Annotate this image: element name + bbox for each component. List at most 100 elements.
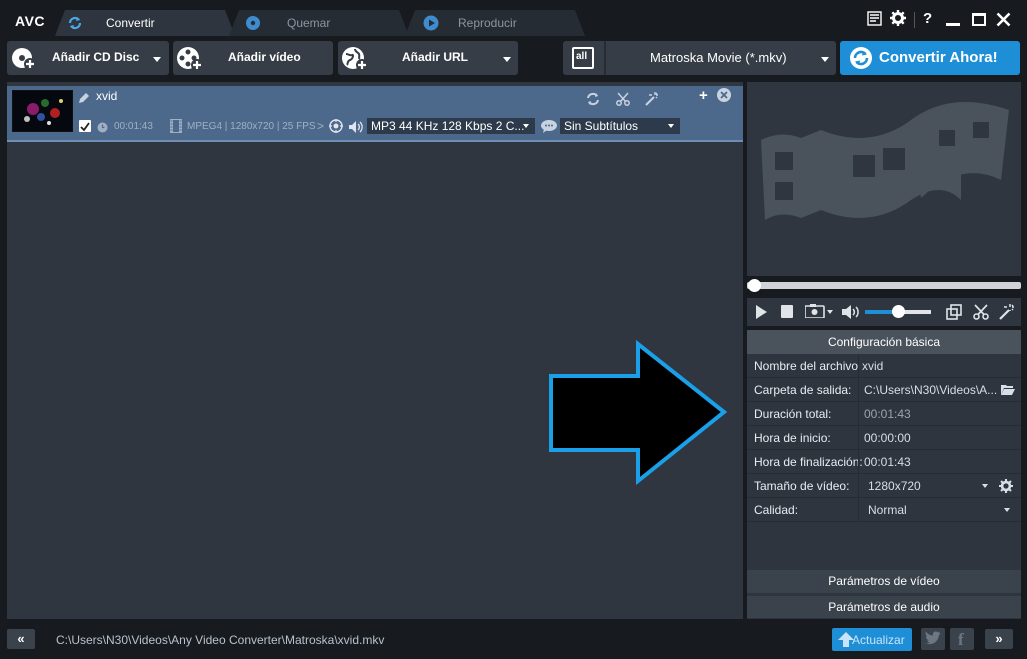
gear-icon[interactable] [890,10,906,31]
refresh-icon [67,15,83,36]
folder-open-icon[interactable] [1001,384,1015,398]
end-time-value[interactable]: 00:01:43 [864,455,911,469]
subtitle-icon [541,120,557,138]
twitter-button[interactable] [921,628,945,650]
player-controls [747,298,1021,326]
chevron-down-icon[interactable] [982,484,988,488]
add-url-label: Añadir URL [402,50,468,64]
video-preview [747,82,1021,276]
chevron-down-icon[interactable] [153,57,161,62]
settings-row-quality[interactable]: Calidad: Normal [747,498,1021,522]
add-video-button[interactable]: Añadir vídeo [173,41,333,75]
row-key: Carpeta de salida: [754,383,852,397]
play-icon[interactable] [756,305,767,324]
divider [858,450,859,474]
divider [858,354,859,378]
seek-bar[interactable] [747,282,1021,289]
divider [858,474,859,498]
refresh-icon [848,46,874,73]
video-params-button[interactable]: Parámetros de vídeo [747,570,1021,593]
divider [914,12,915,28]
convert-now-label: Convertir Ahora! [879,49,998,66]
copy-icon[interactable] [946,304,962,325]
chevron-down-icon[interactable] [503,57,511,62]
filename-value[interactable]: xvid [862,359,883,373]
divider [858,402,859,426]
chevron-down-icon[interactable] [1004,508,1010,512]
sync-icon[interactable] [586,92,600,111]
settings-row-end-time[interactable]: Hora de finalización: 00:01:43 [747,450,1021,474]
update-button[interactable]: Actualizar [832,628,912,651]
chevron-down-icon[interactable] [821,57,829,62]
scissors-icon[interactable] [973,304,989,325]
film-add-icon [176,46,204,75]
tab-reproducir[interactable]: Reproducir [405,10,585,36]
play-circle-icon [423,15,439,36]
settings-row-filename[interactable]: Nombre del archivo xvid [747,354,1021,378]
subtitle-select[interactable]: Sin Subtítulos [560,118,680,134]
tab-quemar[interactable]: Quemar [229,10,409,36]
expand-button[interactable]: » [985,629,1013,649]
pencil-icon[interactable] [78,91,90,109]
speaker-icon [349,120,363,138]
stop-icon[interactable] [781,305,793,318]
maximize-icon[interactable] [972,13,986,26]
close-icon[interactable] [717,88,731,107]
add-url-button[interactable]: Añadir URL [338,41,518,75]
settings-header[interactable]: Configuración básica [747,330,1021,354]
collapse-button[interactable]: « [7,629,35,649]
settings-row-start-time[interactable]: Hora de inicio: 00:00:00 [747,426,1021,450]
file-name: xvid [96,89,118,103]
list-item[interactable]: xvid + 00:01:43 MPEG4 | 1280x720 | 25 FP… [7,86,743,142]
add-cd-label: Añadir CD Disc [52,50,140,64]
divider [858,498,859,522]
gear-icon[interactable] [999,479,1013,496]
output-folder-value[interactable]: C:\Users\N30\Videos\A... [864,383,997,397]
output-path[interactable]: C:\Users\N30\Videos\Any Video Converter\… [56,633,384,647]
volume-handle[interactable] [892,305,905,318]
format-selector[interactable]: all Matroska Movie (*.mkv) [563,41,836,75]
tab-convertir[interactable]: Convertir [55,10,235,36]
video-thumbnail[interactable] [12,90,73,132]
add-video-label: Añadir vídeo [228,50,301,64]
row-key: Hora de inicio: [754,431,831,445]
tab-label: Convertir [106,16,155,30]
quality-value[interactable]: Normal [868,503,907,517]
file-list[interactable]: xvid + 00:01:43 MPEG4 | 1280x720 | 25 FP… [7,82,743,619]
audio-target-icon[interactable] [329,119,343,138]
menu-list-icon[interactable] [867,11,882,31]
row-key: Calidad: [754,503,799,517]
settings-panel: Configuración básica Nombre del archivo … [747,330,1021,619]
seek-handle[interactable] [748,279,761,292]
facebook-button[interactable]: f [950,628,974,650]
plus-icon[interactable]: + [699,87,708,104]
row-key: Nombre del archivo [754,359,859,373]
start-time-value[interactable]: 00:00:00 [864,431,911,445]
add-cd-button[interactable]: Añadir CD Disc [7,41,169,75]
chevron-right-icon: > [317,119,325,133]
cd-add-icon [11,47,37,74]
format-label: Matroska Movie (*.mkv) [650,50,787,65]
status-bar: « C:\Users\N30\Videos\Any Video Converte… [0,624,1027,659]
video-size-value[interactable]: 1280x720 [868,479,921,493]
tab-label: Quemar [287,16,331,30]
scissors-icon[interactable] [616,92,630,111]
settings-row-duration: Duración total: 00:01:43 [747,402,1021,426]
close-icon[interactable] [996,12,1011,32]
convert-now-button[interactable]: Convertir Ahora! [840,41,1020,75]
magic-wand-icon[interactable] [645,92,659,111]
audio-params-button[interactable]: Parámetros de audio [747,595,1021,618]
audio-track-label: MP3 44 KHz 128 Kbps 2 C... [371,119,525,133]
format-all-text: all [576,51,588,62]
magic-wand-icon[interactable] [999,304,1015,325]
audio-track-select[interactable]: MP3 44 KHz 128 Kbps 2 C... [367,118,535,134]
checkbox[interactable] [79,120,91,132]
volume-icon[interactable] [842,305,862,324]
settings-row-video-size[interactable]: Tamaño de vídeo: 1280x720 [747,474,1021,498]
clock-icon [97,120,108,138]
camera-icon[interactable] [804,304,833,323]
settings-row-output-folder[interactable]: Carpeta de salida: C:\Users\N30\Videos\A… [747,378,1021,402]
divider [858,378,859,402]
minimize-icon[interactable] [946,23,960,26]
help-icon[interactable]: ? [923,10,932,27]
